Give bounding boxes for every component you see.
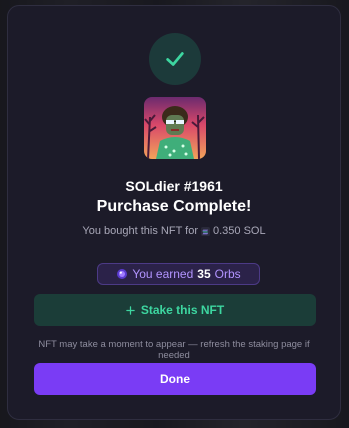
- done-button[interactable]: Done: [34, 363, 316, 395]
- page-title: Purchase Complete!: [96, 198, 252, 215]
- nft-image: [144, 97, 206, 159]
- purchase-summary: You bought this NFT for 0.350 SOL: [8, 225, 340, 237]
- nft-name: SOLdier #1961: [125, 178, 223, 194]
- stake-nft-button[interactable]: Stake this NFT: [34, 294, 316, 326]
- staking-note: NFT may take a moment to appear — refres…: [38, 339, 310, 361]
- orbs-suffix: Orbs: [214, 267, 241, 281]
- sol-icon: [200, 226, 210, 236]
- success-badge: [149, 33, 201, 85]
- orb-icon: [117, 269, 128, 279]
- stake-nft-label: Stake this NFT: [140, 303, 225, 317]
- checkmark-icon: [166, 52, 184, 66]
- purchase-complete-modal: SOLdier #1961 Purchase Complete! You bou…: [7, 5, 341, 420]
- plus-icon: [126, 305, 135, 315]
- orbs-count: 35: [197, 267, 211, 281]
- purchase-summary-prefix: You bought this NFT for: [82, 225, 198, 237]
- orbs-prefix: You earned: [132, 267, 194, 281]
- orbs-earned-badge: You earned 35 Orbs: [97, 263, 260, 285]
- purchase-amount: 0.350 SOL: [212, 225, 266, 237]
